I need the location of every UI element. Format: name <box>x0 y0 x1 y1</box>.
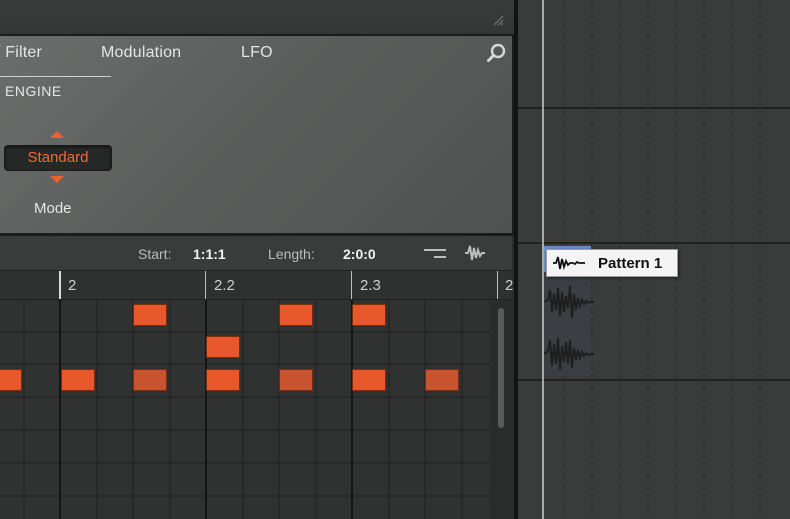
mode-value-display[interactable]: Standard <box>4 145 112 171</box>
step-note[interactable] <box>0 369 22 391</box>
clip-waveform-icon <box>544 337 594 371</box>
ruler-tick <box>351 271 352 299</box>
step-note[interactable] <box>352 304 386 326</box>
ruler-label: 2.2 <box>214 277 235 294</box>
step-note[interactable] <box>133 304 167 326</box>
section-label-engine: ENGINE <box>5 83 62 99</box>
grid-scrollbar-thumb[interactable] <box>498 308 504 428</box>
playhead[interactable] <box>542 0 544 519</box>
length-value[interactable]: 2:0:0 <box>343 246 376 262</box>
search-icon[interactable] <box>486 42 508 64</box>
ruler-label: 2 <box>68 277 77 294</box>
active-tab-underline <box>0 76 111 77</box>
ruler-label: 2.3 <box>360 277 381 294</box>
ruler-label: 2 <box>505 277 514 294</box>
top-strip <box>0 0 514 36</box>
pattern-name: Pattern 1 <box>598 255 663 272</box>
grid-lines <box>0 300 490 519</box>
step-note[interactable] <box>206 336 240 358</box>
pattern-tooltip[interactable]: Pattern 1 <box>546 249 678 277</box>
length-label: Length: <box>268 246 315 262</box>
step-sequencer-grid[interactable] <box>0 300 490 519</box>
start-value[interactable]: 1:1:1 <box>193 246 226 262</box>
step-note[interactable] <box>352 369 386 391</box>
tab-filter[interactable]: / Filter <box>0 44 42 62</box>
clip-waveform-icon <box>544 285 594 319</box>
step-note[interactable] <box>133 369 167 391</box>
step-note[interactable] <box>279 304 313 326</box>
timeline-ruler[interactable]: 2 2.2 2.3 2 <box>0 271 514 300</box>
quantize-icon[interactable] <box>424 248 446 260</box>
ruler-tick <box>59 271 61 299</box>
resize-grip-icon[interactable] <box>492 14 504 26</box>
step-note[interactable] <box>425 369 459 391</box>
tab-modulation[interactable]: Modulation <box>101 44 181 62</box>
ruler-tick <box>497 271 498 299</box>
mode-decrement-arrow-icon[interactable] <box>50 176 64 183</box>
mode-label: Mode <box>34 200 72 217</box>
waveform-icon[interactable] <box>464 244 486 262</box>
pattern-waveform-icon <box>553 256 585 270</box>
ruler-tick <box>205 271 206 299</box>
step-note[interactable] <box>61 369 95 391</box>
start-label: Start: <box>138 246 172 262</box>
plugin-panel: / Filter Modulation LFO ENGINE Standard … <box>0 36 514 236</box>
step-note[interactable] <box>279 369 313 391</box>
tab-lfo[interactable]: LFO <box>241 44 273 62</box>
mode-increment-arrow-icon[interactable] <box>50 131 64 138</box>
step-note[interactable] <box>206 369 240 391</box>
pattern-editor-header: Start: 1:1:1 Length: 2:0:0 <box>0 236 512 271</box>
